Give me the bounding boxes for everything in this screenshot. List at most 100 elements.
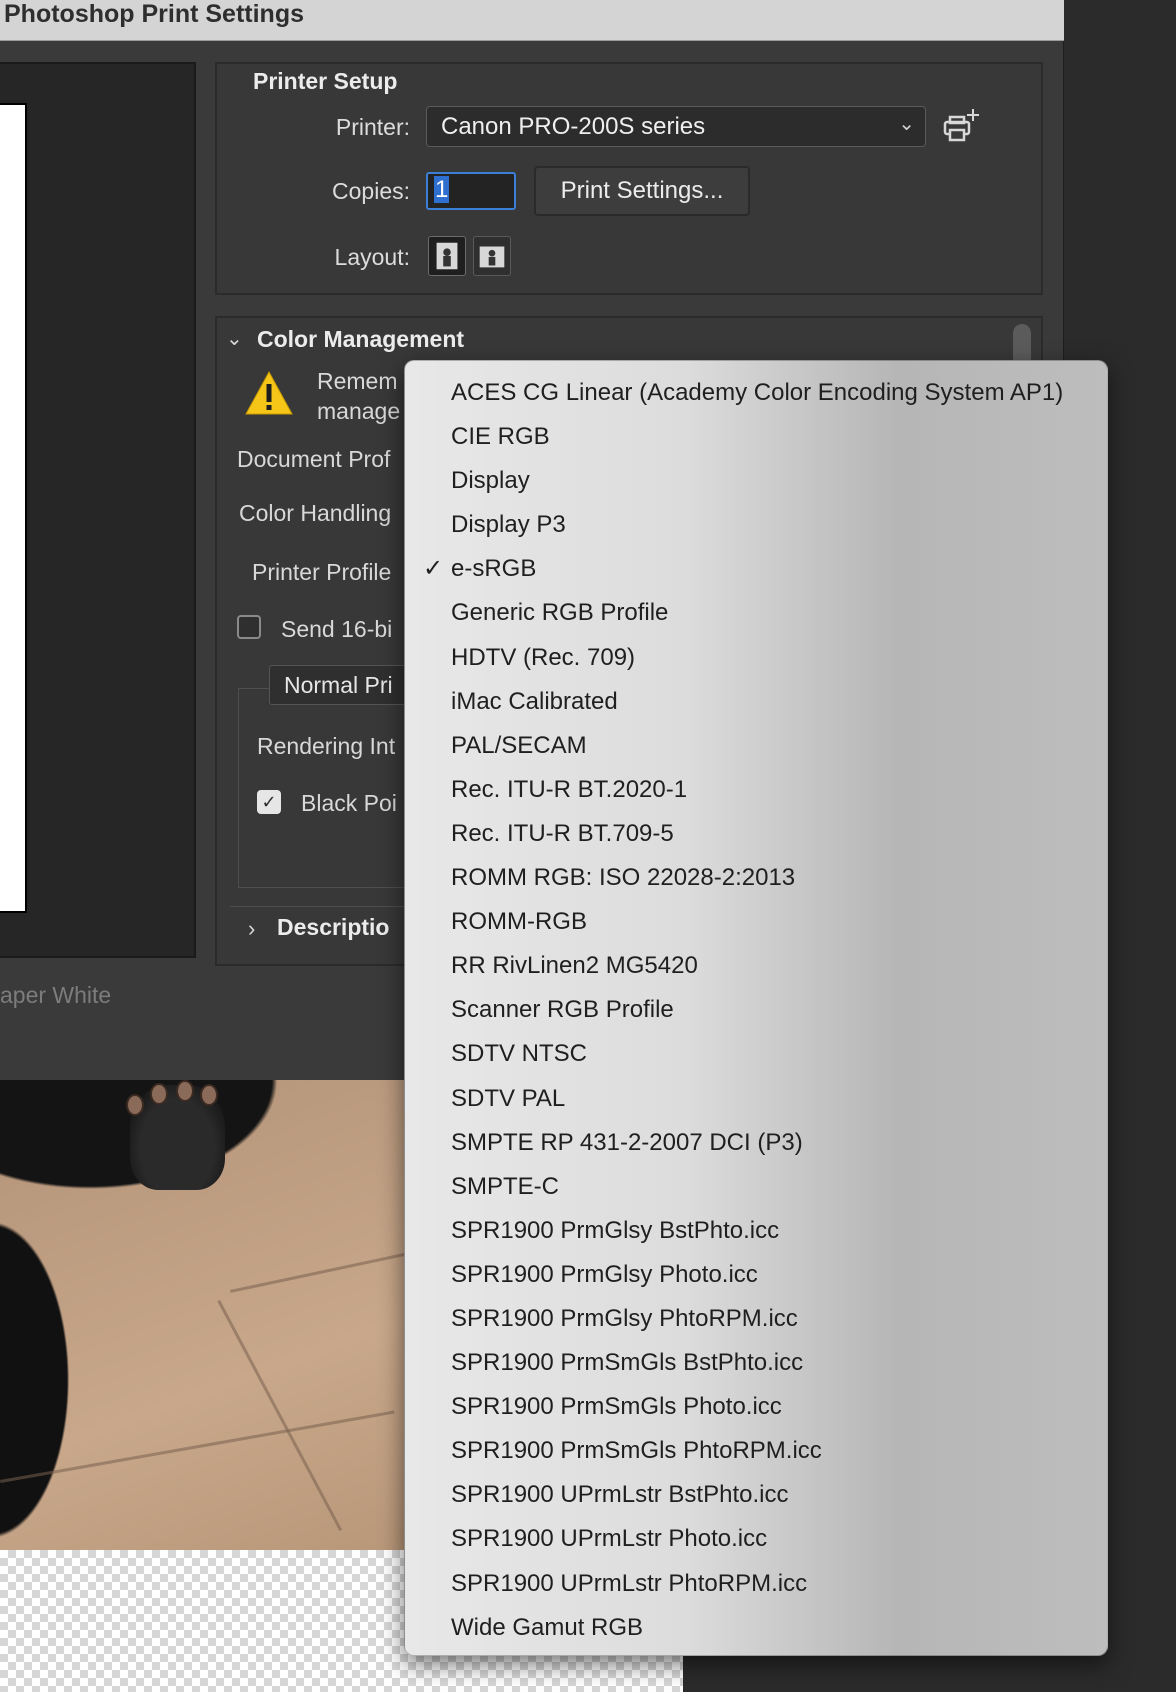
menu-item-label: SPR1900 UPrmLstr PhtoRPM.icc (451, 1569, 808, 1597)
menu-item-label: SPR1900 PrmGlsy PhtoRPM.icc (451, 1304, 798, 1332)
photo-toe (150, 1083, 168, 1105)
description-section-title[interactable]: Descriptio (277, 914, 389, 941)
menu-item-label: SDTV NTSC (451, 1040, 588, 1068)
menu-item[interactable]: Wide Gamut RGB (405, 1606, 1107, 1650)
menu-item[interactable]: SDTV NTSC (405, 1032, 1107, 1076)
send-16bit-label: Send 16-bi (281, 616, 393, 642)
menu-item[interactable]: SMPTE RP 431-2-2007 DCI (P3) (405, 1121, 1107, 1165)
menu-item[interactable]: SPR1900 PrmGlsy Photo.icc (405, 1253, 1107, 1297)
checkmark-icon: ✓ (423, 555, 444, 583)
menu-item[interactable]: Display P3 (405, 503, 1107, 547)
add-printer-icon[interactable] (942, 108, 982, 144)
menu-item-label: Display (451, 467, 530, 495)
menu-item[interactable]: ROMM-RGB (405, 900, 1107, 944)
window-title: Photoshop Print Settings (4, 0, 304, 28)
menu-item-label: SPR1900 PrmSmGls PhtoRPM.icc (451, 1437, 822, 1465)
print-preview (0, 62, 196, 958)
layout-label: Layout: (334, 244, 410, 270)
menu-item-label: ROMM-RGB (451, 908, 587, 936)
menu-item-label: SPR1900 UPrmLstr Photo.icc (451, 1525, 768, 1553)
menu-item-label: SPR1900 PrmGlsy Photo.icc (451, 1260, 758, 1288)
menu-item[interactable]: Generic RGB Profile (405, 591, 1107, 635)
menu-item[interactable]: SPR1900 PrmSmGls Photo.icc (405, 1385, 1107, 1429)
menu-item[interactable]: RR RivLinen2 MG5420 (405, 944, 1107, 988)
menu-item-label: Display P3 (451, 511, 566, 539)
black-point-label: Black Poi (301, 790, 397, 816)
menu-item-label: PAL/SECAM (451, 731, 587, 759)
menu-item-label: e-sRGB (451, 555, 537, 583)
warning-text-line1: Remem (317, 368, 398, 394)
landscape-layout-button[interactable] (473, 236, 511, 276)
color-management-title[interactable]: Color Management (257, 326, 464, 353)
menu-item[interactable]: Rec. ITU-R BT.709-5 (405, 812, 1107, 856)
print-settings-button[interactable]: Print Settings... (534, 166, 750, 216)
menu-item[interactable]: SPR1900 PrmGlsy BstPhto.icc (405, 1209, 1107, 1253)
photo-toe (176, 1080, 194, 1102)
menu-item-label: HDTV (Rec. 709) (451, 643, 636, 671)
preview-paper (0, 103, 27, 913)
document-profile-label: Document Prof (237, 446, 391, 472)
rendering-intent-label: Rendering Int (257, 733, 396, 759)
warning-icon (245, 370, 293, 415)
menu-item[interactable]: Display (405, 459, 1107, 503)
photo-toe (200, 1084, 218, 1106)
menu-item[interactable]: CIE RGB (405, 415, 1107, 459)
menu-item-label: iMac Calibrated (451, 687, 618, 715)
printer-profile-menu[interactable]: ACES CG Linear (Academy Color Encoding S… (404, 360, 1108, 1656)
copies-value: 1 (434, 176, 450, 203)
menu-item[interactable]: SPR1900 UPrmLstr Photo.icc (405, 1517, 1107, 1561)
color-handling-label: Color Handling (239, 500, 392, 526)
menu-item-label: SPR1900 UPrmLstr BstPhto.icc (451, 1481, 789, 1509)
printer-select-value: Canon PRO-200S series (441, 113, 706, 140)
menu-item[interactable]: SPR1900 PrmGlsy PhtoRPM.icc (405, 1297, 1107, 1341)
menu-item-label: SMPTE-C (451, 1172, 559, 1200)
menu-item-label: ROMM RGB: ISO 22028-2:2013 (451, 864, 796, 892)
menu-item-label: RR RivLinen2 MG5420 (451, 952, 698, 980)
copies-input[interactable]: 1 (426, 172, 516, 210)
menu-item[interactable]: iMac Calibrated (405, 680, 1107, 724)
printer-label: Printer: (335, 114, 410, 140)
menu-item-label: Rec. ITU-R BT.709-5 (451, 819, 674, 847)
menu-item[interactable]: ROMM RGB: ISO 22028-2:2013 (405, 856, 1107, 900)
menu-item-label: Rec. ITU-R BT.2020-1 (451, 775, 688, 803)
chevron-right-icon[interactable]: › (248, 916, 255, 942)
photo-toe (126, 1094, 144, 1116)
warning-text-line2: manage (317, 398, 401, 424)
menu-item-label: SPR1900 PrmSmGls Photo.icc (451, 1393, 782, 1421)
menu-item[interactable]: ACES CG Linear (Academy Color Encoding S… (405, 371, 1107, 415)
menu-item-label: SPR1900 PrmSmGls BstPhto.icc (451, 1349, 804, 1377)
menu-item[interactable]: SMPTE-C (405, 1165, 1107, 1209)
menu-item-label: Scanner RGB Profile (451, 996, 674, 1024)
normal-printing-select[interactable]: Normal Pri (269, 665, 419, 705)
menu-item[interactable]: ✓ e-sRGB (405, 547, 1107, 591)
chevron-down-icon: ⌄ (898, 113, 915, 135)
menu-item[interactable]: Rec. ITU-R BT.2020-1 (405, 768, 1107, 812)
portrait-icon (436, 242, 458, 270)
chevron-down-icon[interactable]: ⌄ (226, 326, 243, 351)
printer-profile-label: Printer Profile (252, 559, 392, 585)
copies-label: Copies: (332, 178, 410, 204)
landscape-icon (479, 246, 505, 268)
menu-item-label: ACES CG Linear (Academy Color Encoding S… (451, 379, 1064, 406)
menu-item[interactable]: SPR1900 UPrmLstr BstPhto.icc (405, 1473, 1107, 1517)
paper-white-label: aper White (0, 982, 112, 1008)
black-point-checkbox[interactable]: ✓ (257, 790, 281, 814)
menu-item[interactable]: PAL/SECAM (405, 724, 1107, 768)
menu-item[interactable]: HDTV (Rec. 709) (405, 636, 1107, 680)
menu-item[interactable]: SPR1900 PrmSmGls PhtoRPM.icc (405, 1429, 1107, 1473)
menu-item[interactable]: SPR1900 UPrmLstr PhtoRPM.icc (405, 1562, 1107, 1606)
dialog-titlebar[interactable]: Photoshop Print Settings (0, 0, 1064, 41)
menu-item-label: SPR1900 PrmGlsy BstPhto.icc (451, 1216, 780, 1244)
portrait-layout-button[interactable] (428, 236, 466, 276)
menu-item[interactable]: Scanner RGB Profile (405, 988, 1107, 1032)
menu-item-label: CIE RGB (451, 423, 550, 451)
menu-item[interactable]: SPR1900 PrmSmGls BstPhto.icc (405, 1341, 1107, 1385)
menu-item-label: SMPTE RP 431-2-2007 DCI (P3) (451, 1128, 803, 1156)
menu-item-label: Generic RGB Profile (451, 599, 669, 627)
printer-select[interactable]: Canon PRO-200S series ⌄ (426, 106, 926, 147)
menu-item[interactable]: SDTV PAL (405, 1077, 1107, 1121)
send-16bit-checkbox[interactable] (237, 615, 261, 639)
menu-item-label: Wide Gamut RGB (451, 1613, 644, 1641)
menu-item-label: SDTV PAL (451, 1084, 566, 1112)
printer-setup-title: Printer Setup (253, 68, 398, 94)
